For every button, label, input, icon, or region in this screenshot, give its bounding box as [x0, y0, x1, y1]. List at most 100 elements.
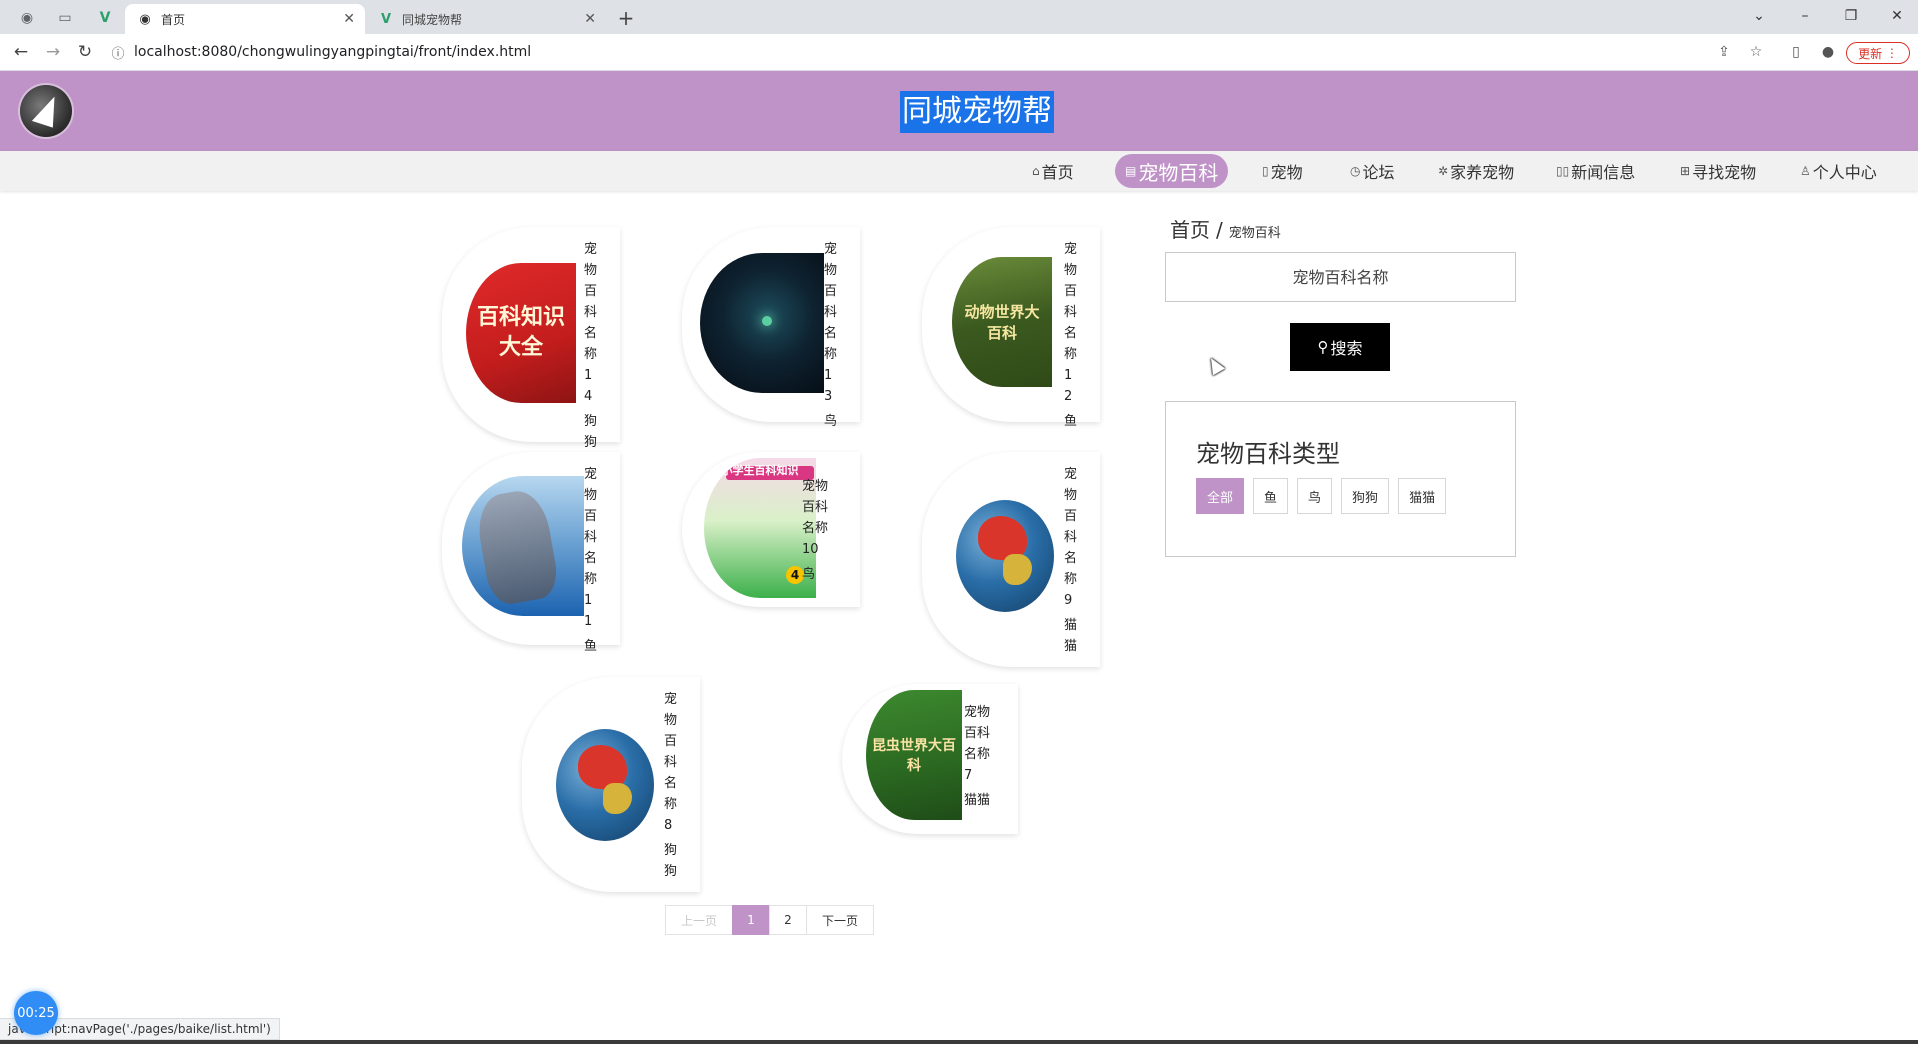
close-tab-icon[interactable]: ✕	[343, 11, 355, 27]
category-chip-all[interactable]: 全部	[1196, 478, 1245, 514]
nav-item-find-pet[interactable]: ⊞ 寻找宠物	[1680, 154, 1756, 188]
restore-icon[interactable]: ❐	[1836, 4, 1866, 28]
browser-tab-home[interactable]: ◉ 首页 ✕	[125, 4, 365, 34]
encyclopedia-card[interactable]: 宠物百科名称11 鱼	[442, 452, 620, 654]
card-image-text: 百科知识大全	[476, 305, 565, 360]
card-image[interactable]: 昆虫世界大百科	[866, 690, 962, 820]
update-button[interactable]: 更新 ⋮	[1846, 42, 1910, 64]
card-image[interactable]: 动物世界大百科	[952, 257, 1052, 387]
globe-icon: ◉	[139, 11, 151, 27]
mouse-cursor	[1204, 354, 1226, 376]
back-arrow-icon[interactable]: ←	[8, 40, 34, 64]
site-logo[interactable]	[20, 85, 72, 137]
pinned-tab-blank-icon[interactable]: ▭	[50, 6, 80, 30]
category-chip-list: 全部 鱼 鸟 狗狗 猫猫	[1196, 478, 1455, 514]
grid-icon: ⊞	[1680, 164, 1691, 178]
card-title: 宠物百科名称12	[1064, 242, 1078, 404]
category-chip-cat[interactable]: 猫猫	[1398, 478, 1447, 514]
card-type: 狗狗	[584, 414, 598, 450]
card-title: 宠物百科名称10	[802, 479, 829, 557]
card-type: 猫猫	[1064, 618, 1078, 654]
home-icon: ⌂	[1032, 164, 1040, 178]
reload-icon[interactable]: ↻	[72, 40, 98, 64]
nav-label: 宠物	[1270, 163, 1303, 182]
nav-item-home-pets[interactable]: ✲ 家养宠物	[1438, 154, 1514, 188]
tab-search-icon[interactable]: ⌄	[1744, 4, 1774, 28]
nav-item-pets[interactable]: ▯ 宠物	[1262, 154, 1303, 188]
encyclopedia-card[interactable]: 百科知识大全 宠物百科名称14 狗狗	[442, 227, 620, 450]
info-icon[interactable]: ⓘ	[110, 43, 126, 62]
card-caption: 宠物百科名称11 鱼	[584, 464, 598, 657]
card-image[interactable]: 4 小学生百科知识	[704, 458, 816, 598]
card-image[interactable]	[956, 500, 1054, 612]
card-caption: 宠物百科名称13 鸟	[824, 239, 838, 432]
next-page-button[interactable]: 下一页	[806, 905, 874, 935]
nav-item-forum[interactable]: ◷ 论坛	[1350, 154, 1395, 188]
encyclopedia-card[interactable]: 动物世界大百科 宠物百科名称12 鱼	[922, 227, 1100, 429]
vue-icon: V	[380, 11, 392, 27]
minimize-icon[interactable]: –	[1790, 4, 1820, 28]
user-icon: ♙	[1800, 164, 1811, 178]
card-title: 宠物百科名称7	[964, 705, 991, 783]
pinned-tab-globe-icon[interactable]: ◉	[12, 6, 42, 30]
category-chip-fish[interactable]: 鱼	[1253, 478, 1289, 514]
search-button[interactable]: ⚲ 搜索	[1290, 323, 1390, 371]
page-button-2[interactable]: 2	[769, 905, 807, 935]
encyclopedia-card[interactable]: 4 小学生百科知识 宠物百科名称10 鸟	[682, 452, 860, 607]
close-window-icon[interactable]: ✕	[1882, 4, 1912, 28]
card-caption: 宠物百科名称9 猫猫	[1064, 464, 1078, 657]
url-text: localhost:8080/chongwulingyangpingtai/fr…	[134, 44, 532, 60]
forward-arrow-icon[interactable]: →	[40, 40, 66, 64]
nav-item-pet-encyclopedia[interactable]: ▤ 宠物百科	[1115, 154, 1229, 188]
nav-item-user-center[interactable]: ♙ 个人中心	[1800, 154, 1877, 188]
nav-label: 首页	[1041, 163, 1074, 182]
star-icon[interactable]: ☆	[1744, 40, 1768, 64]
nav-item-news[interactable]: ▯▯ 新闻信息	[1556, 154, 1635, 188]
card-image-text: 昆虫世界大百科	[872, 738, 956, 774]
profile-icon[interactable]: ●	[1816, 40, 1840, 64]
encyclopedia-card[interactable]: 宠物百科名称8 狗狗	[522, 677, 700, 892]
sidebar-icon[interactable]: ▯	[1784, 40, 1808, 64]
encyclopedia-card[interactable]: 宠物百科名称9 猫猫	[922, 452, 1100, 667]
card-image-text: 小学生百科知识	[721, 464, 799, 477]
share-icon[interactable]: ⇪	[1712, 40, 1736, 64]
search-button-label: 搜索	[1330, 339, 1363, 358]
card-type: 鱼	[584, 639, 598, 654]
main-nav: ⌂ 首页 ▤ 宠物百科 ▯ 宠物 ◷ 论坛 ✲ 家养宠物 ▯▯ 新闻信息 ⊞ 寻…	[0, 151, 1918, 191]
browser-address-bar: ← → ↻ ⓘ localhost:8080/chongwulingyangpi…	[0, 34, 1918, 71]
card-title: 宠物百科名称14	[584, 242, 598, 404]
card-title: 宠物百科名称13	[824, 242, 838, 404]
card-type: 鸟	[824, 414, 838, 429]
page-button-1[interactable]: 1	[732, 905, 770, 935]
card-image[interactable]	[700, 253, 824, 393]
browser-tab-strip: ◉ ▭ V ◉ 首页 ✕ V 同城宠物帮 ✕ + ⌄ – ❐ ✕	[0, 0, 1918, 34]
browser-tab-label: 首页	[161, 12, 186, 27]
card-image[interactable]	[556, 729, 654, 841]
card-title: 宠物百科名称8	[664, 692, 678, 833]
clock-icon: ◷	[1350, 164, 1361, 178]
news-icon: ▯▯	[1556, 164, 1570, 178]
prev-page-button[interactable]: 上一页	[665, 905, 733, 935]
card-image[interactable]	[462, 476, 584, 616]
book-icon: ▤	[1125, 164, 1137, 178]
breadcrumb-separator: /	[1216, 218, 1223, 242]
encyclopedia-card[interactable]: 宠物百科名称13 鸟	[682, 227, 860, 429]
search-input[interactable]	[1165, 252, 1516, 302]
pinned-tab-vue-icon[interactable]: V	[90, 6, 120, 30]
url-field[interactable]: ⓘ localhost:8080/chongwulingyangpingtai/…	[110, 39, 1810, 65]
card-caption: 宠物百科名称8 狗狗	[664, 689, 678, 882]
breadcrumb-current: 宠物百科	[1228, 226, 1281, 241]
close-tab-icon[interactable]: ✕	[584, 11, 596, 27]
nav-label: 论坛	[1362, 163, 1395, 182]
encyclopedia-card[interactable]: 昆虫世界大百科 宠物百科名称7 猫猫	[842, 684, 1018, 834]
card-caption: 宠物百科名称14 狗狗	[584, 239, 598, 453]
nav-label: 个人中心	[1812, 163, 1877, 182]
category-chip-bird[interactable]: 鸟	[1297, 478, 1333, 514]
category-chip-dog[interactable]: 狗狗	[1341, 478, 1390, 514]
card-image[interactable]: 百科知识大全	[466, 263, 576, 403]
browser-tab-site[interactable]: V 同城宠物帮 ✕	[366, 4, 606, 34]
new-tab-button[interactable]: +	[614, 6, 638, 30]
breadcrumb-home[interactable]: 首页	[1170, 214, 1210, 243]
nav-item-home[interactable]: ⌂ 首页	[1032, 154, 1074, 188]
card-type: 鱼	[1064, 414, 1078, 429]
